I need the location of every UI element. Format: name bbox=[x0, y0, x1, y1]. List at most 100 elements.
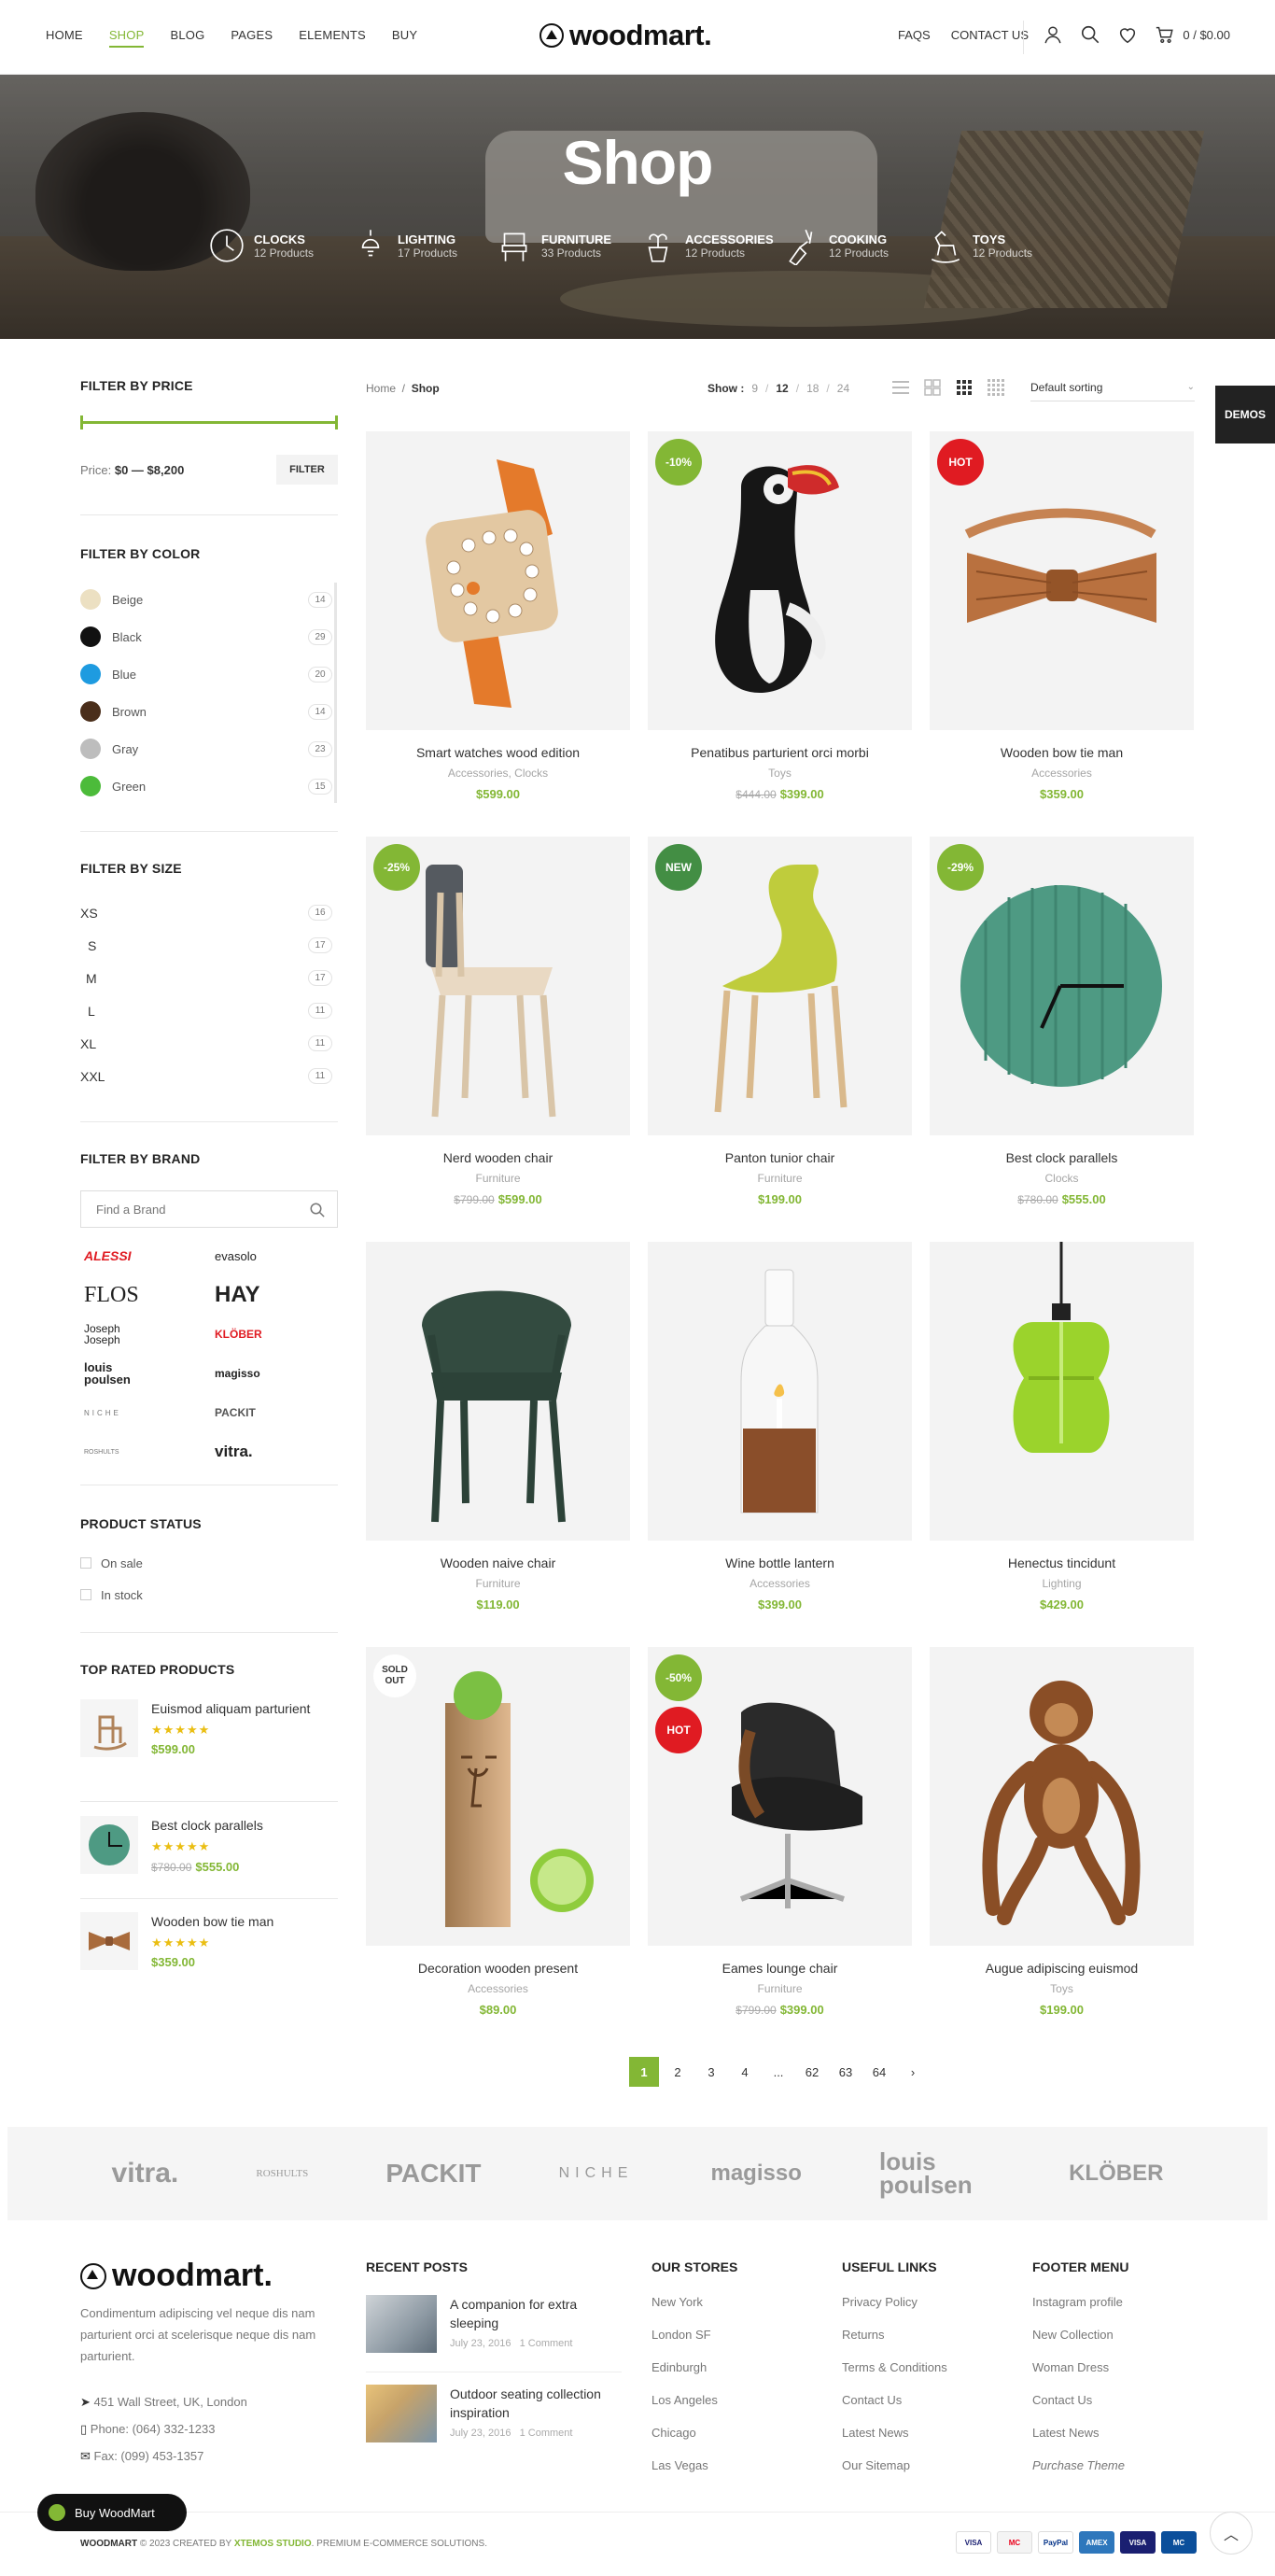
product-name[interactable]: Nerd wooden chair bbox=[366, 1150, 630, 1165]
product-category[interactable]: Furniture bbox=[648, 1982, 912, 1995]
product-card[interactable]: -10% Penatibus parturient orci morbi Toy… bbox=[648, 431, 912, 803]
useful-link[interactable]: Privacy Policy bbox=[842, 2286, 947, 2318]
brand-joseph-joseph[interactable]: Joseph Joseph bbox=[84, 1320, 140, 1348]
store-link[interactable]: Los Angeles bbox=[652, 2384, 737, 2416]
useful-link[interactable]: Returns bbox=[842, 2318, 947, 2351]
brand-klober[interactable]: KLÖBER bbox=[215, 1320, 327, 1348]
brand-search-input[interactable]: Find a Brand bbox=[80, 1190, 338, 1228]
nav-pages[interactable]: PAGES bbox=[231, 28, 273, 48]
product-image[interactable] bbox=[648, 1242, 912, 1541]
size-xxl[interactable]: XXL 11 bbox=[80, 1060, 332, 1092]
brand-niche[interactable]: NICHE bbox=[84, 1399, 215, 1427]
product-card[interactable]: SOLD OUT Decoration wooden present Acces… bbox=[366, 1647, 630, 2019]
product-name[interactable]: Panton tunior chair bbox=[648, 1150, 912, 1165]
scroll-to-top-button[interactable]: ︿ bbox=[1210, 2512, 1253, 2555]
status-on-sale[interactable]: On sale bbox=[80, 1547, 143, 1579]
product-card[interactable]: Wooden naive chair Furniture $119.00 bbox=[366, 1242, 630, 1613]
brand-alessi[interactable]: ALESSI bbox=[84, 1242, 215, 1270]
product-image[interactable]: NEW bbox=[648, 837, 912, 1135]
checkbox[interactable] bbox=[80, 1589, 91, 1600]
nav-blog[interactable]: BLOG bbox=[170, 28, 204, 48]
product-category[interactable]: Toys bbox=[648, 767, 912, 780]
product-name[interactable]: Augue adipiscing euismod bbox=[930, 1961, 1194, 1976]
store-link[interactable]: Chicago bbox=[652, 2416, 737, 2449]
product-image[interactable]: -25% bbox=[366, 837, 630, 1135]
breadcrumb-home[interactable]: Home bbox=[366, 382, 396, 395]
color-black[interactable]: Black 29 bbox=[80, 618, 332, 655]
useful-link[interactable]: Terms & Conditions bbox=[842, 2351, 947, 2384]
brand-vitra[interactable]: vitra. bbox=[215, 1438, 327, 1466]
product-name[interactable]: Wooden bow tie man bbox=[930, 745, 1194, 760]
useful-link[interactable]: Latest News bbox=[842, 2416, 947, 2449]
brand-magisso[interactable]: magisso bbox=[215, 1359, 327, 1387]
nav-faqs[interactable]: FAQS bbox=[898, 28, 931, 42]
color-brown[interactable]: Brown 14 bbox=[80, 693, 332, 730]
store-link[interactable]: New York bbox=[652, 2286, 737, 2318]
next-page-button[interactable]: › bbox=[898, 2057, 928, 2087]
nav-elements[interactable]: ELEMENTS bbox=[299, 28, 366, 48]
nav-buy[interactable]: BUY bbox=[392, 28, 417, 48]
post-thumbnail[interactable] bbox=[366, 2385, 437, 2442]
product-category[interactable]: Accessories bbox=[930, 767, 1194, 780]
color-list-scrollbar[interactable] bbox=[334, 583, 337, 803]
copyright-brand[interactable]: WOODMART bbox=[80, 2539, 137, 2549]
product-card[interactable]: -50% HOT Eames lounge chair Furniture $7… bbox=[648, 1647, 912, 2019]
product-category[interactable]: Toys bbox=[930, 1982, 1194, 1995]
category-cooking[interactable]: COOKING 12 Products bbox=[782, 226, 926, 265]
store-link[interactable]: Edinburgh bbox=[652, 2351, 737, 2384]
post-comments[interactable]: 1 Comment bbox=[520, 2338, 573, 2349]
wishlist-heart-icon[interactable] bbox=[1117, 24, 1138, 45]
top-rated-item[interactable]: Best clock parallels ★★★★★ $780.00 $555.00 bbox=[80, 1816, 338, 1876]
brand-roshults[interactable]: ROSHULTS bbox=[84, 1438, 215, 1466]
buy-woodmart-button[interactable]: Buy WoodMart bbox=[37, 2494, 187, 2531]
product-category[interactable]: Accessories, Clocks bbox=[366, 767, 630, 780]
per-page-24[interactable]: 24 bbox=[837, 382, 849, 395]
top-rated-item[interactable]: Euismod aliquam parturient ★★★★★ $599.00 bbox=[80, 1699, 338, 1757]
post-title[interactable]: Outdoor seating collection inspiration bbox=[450, 2385, 627, 2422]
brand-magisso[interactable]: magisso bbox=[710, 2161, 801, 2187]
page-2[interactable]: 2 bbox=[663, 2057, 693, 2087]
product-card[interactable]: NEW Panton tunior chair Furniture $199.0… bbox=[648, 837, 912, 1208]
category-clocks[interactable]: CLOCKS 12 Products bbox=[207, 226, 351, 265]
product-thumbnail[interactable] bbox=[80, 1699, 138, 1757]
product-thumbnail[interactable] bbox=[80, 1816, 138, 1874]
brand-roshults[interactable]: ROSHULTS bbox=[256, 2168, 308, 2179]
nav-home[interactable]: HOME bbox=[46, 28, 83, 48]
footer-menu-link[interactable]: New Collection bbox=[1032, 2318, 1128, 2351]
useful-link[interactable]: Contact Us bbox=[842, 2384, 947, 2416]
category-furniture[interactable]: FURNITURE 33 Products bbox=[495, 226, 638, 265]
product-card[interactable]: -29% Best clock parallels Clocks $780.00… bbox=[930, 837, 1194, 1208]
size-xs[interactable]: XS 16 bbox=[80, 896, 332, 929]
product-card[interactable]: -25% Nerd wooden chair Furniture $799.00… bbox=[366, 837, 630, 1208]
top-rated-item[interactable]: Wooden bow tie man ★★★★★ $359.00 bbox=[80, 1912, 338, 1970]
brand-packit[interactable]: PACKIT bbox=[385, 2159, 481, 2189]
purchase-theme-link[interactable]: Purchase Theme bbox=[1032, 2449, 1128, 2482]
product-category[interactable]: Accessories bbox=[366, 1982, 630, 1995]
product-name[interactable]: Smart watches wood edition bbox=[366, 745, 630, 760]
page-1[interactable]: 1 bbox=[629, 2057, 659, 2087]
page-62[interactable]: 62 bbox=[797, 2057, 827, 2087]
category-lighting[interactable]: LIGHTING 17 Products bbox=[351, 226, 495, 265]
product-card[interactable]: Augue adipiscing euismod Toys $199.00 bbox=[930, 1647, 1194, 2019]
recent-post[interactable]: Outdoor seating collection inspiration Ju… bbox=[366, 2385, 627, 2442]
product-name[interactable]: Wine bottle lantern bbox=[648, 1555, 912, 1570]
checkbox[interactable] bbox=[80, 1557, 91, 1569]
demos-button[interactable]: DEMOS bbox=[1215, 386, 1275, 443]
size-m[interactable]: M 17 bbox=[80, 962, 332, 994]
brand-louis-poulsen[interactable]: louis poulsen bbox=[84, 1359, 140, 1387]
post-comments[interactable]: 1 Comment bbox=[520, 2428, 573, 2439]
list-view-icon[interactable] bbox=[891, 378, 910, 397]
page-63[interactable]: 63 bbox=[831, 2057, 861, 2087]
product-category[interactable]: Accessories bbox=[648, 1577, 912, 1590]
brand-evasolo[interactable]: evasolo bbox=[215, 1242, 327, 1270]
product-image[interactable]: -29% bbox=[930, 837, 1194, 1135]
product-card[interactable]: Smart watches wood edition Accessories, … bbox=[366, 431, 630, 803]
brand-niche[interactable]: NICHE bbox=[559, 2165, 634, 2182]
product-image[interactable] bbox=[930, 1242, 1194, 1541]
footer-menu-link[interactable]: Contact Us bbox=[1032, 2384, 1128, 2416]
product-name[interactable]: Wooden naive chair bbox=[366, 1555, 630, 1570]
cart-icon[interactable] bbox=[1155, 24, 1175, 45]
product-image[interactable] bbox=[366, 431, 630, 730]
product-thumbnail[interactable] bbox=[80, 1912, 138, 1970]
footer-menu-link[interactable]: Instagram profile bbox=[1032, 2286, 1128, 2318]
